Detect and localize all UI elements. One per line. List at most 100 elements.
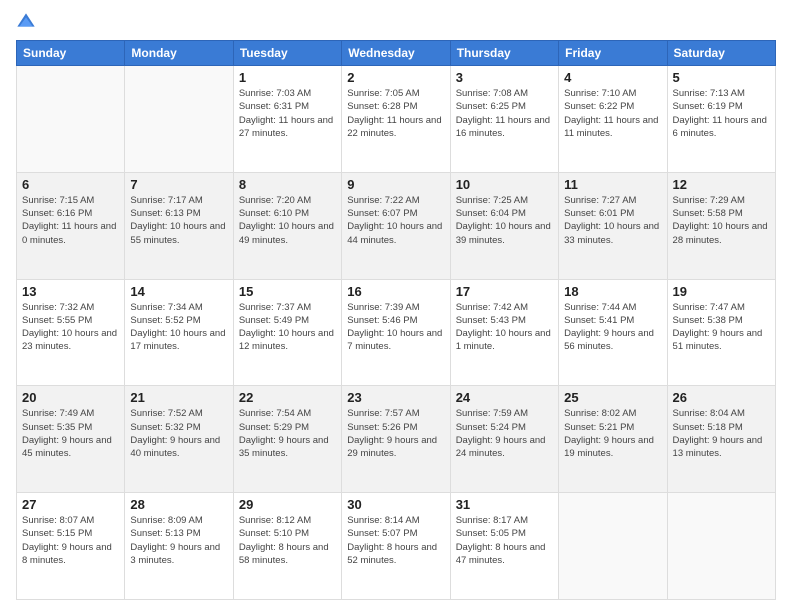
day-info: Sunrise: 7:15 AM Sunset: 6:16 PM Dayligh… [22,194,119,247]
day-number: 25 [564,390,661,405]
table-row: 6 Sunrise: 7:15 AM Sunset: 6:16 PM Daylig… [17,172,125,279]
day-number: 13 [22,284,119,299]
table-row: 17Sunrise: 7:42 AM Sunset: 5:43 PM Dayli… [450,279,558,386]
day-info: Sunrise: 7:22 AM Sunset: 6:07 PM Dayligh… [347,194,444,247]
table-row: 15 Sunrise: 7:37 AM Sunset: 5:49 PM Dayli… [233,279,341,386]
day-info: Sunrise: 7:03 AM Sunset: 6:31 PM Dayligh… [239,87,336,140]
day-info: Sunrise: 7:05 AM Sunset: 6:28 PM Dayligh… [347,87,444,140]
col-monday: Monday [125,41,233,66]
calendar-week-row: 20 Sunrise: 7:49 AM Sunset: 5:35 PM Dayli… [17,386,776,493]
day-number: 24 [456,390,553,405]
table-row: 29Sunrise: 8:12 AM Sunset: 5:10 PM Dayli… [233,493,341,600]
table-row: 18 Sunrise: 7:44 AM Sunset: 5:41 PM Dayli… [559,279,667,386]
table-row: 30Sunrise: 8:14 AM Sunset: 5:07 PM Dayli… [342,493,450,600]
day-info: Sunrise: 7:27 AM Sunset: 6:01 PM Dayligh… [564,194,661,247]
day-number: 15 [239,284,336,299]
table-row: 14Sunrise: 7:34 AM Sunset: 5:52 PM Dayli… [125,279,233,386]
table-row: 2 Sunrise: 7:05 AM Sunset: 6:28 PM Daylig… [342,66,450,173]
table-row: 21 Sunrise: 7:52 AM Sunset: 5:32 PM Dayli… [125,386,233,493]
day-info: Sunrise: 7:57 AM Sunset: 5:26 PM Dayligh… [347,407,444,460]
table-row: 1 Sunrise: 7:03 AM Sunset: 6:31 PM Daylig… [233,66,341,173]
day-number: 5 [673,70,770,85]
day-info: Sunrise: 8:14 AM Sunset: 5:07 PM Dayligh… [347,514,444,567]
day-info: Sunrise: 7:34 AM Sunset: 5:52 PM Dayligh… [130,301,227,354]
day-info: Sunrise: 8:02 AM Sunset: 5:21 PM Dayligh… [564,407,661,460]
day-info: Sunrise: 8:04 AM Sunset: 5:18 PM Dayligh… [673,407,770,460]
day-number: 12 [673,177,770,192]
table-row: 9 Sunrise: 7:22 AM Sunset: 6:07 PM Daylig… [342,172,450,279]
table-row: 5 Sunrise: 7:13 AM Sunset: 6:19 PM Daylig… [667,66,775,173]
day-number: 16 [347,284,444,299]
day-info: Sunrise: 7:52 AM Sunset: 5:32 PM Dayligh… [130,407,227,460]
table-row: 23 Sunrise: 7:57 AM Sunset: 5:26 PM Dayli… [342,386,450,493]
table-row: 3Sunrise: 7:08 AM Sunset: 6:25 PM Daylig… [450,66,558,173]
col-saturday: Saturday [667,41,775,66]
day-info: Sunrise: 7:59 AM Sunset: 5:24 PM Dayligh… [456,407,553,460]
col-friday: Friday [559,41,667,66]
table-row: 31 Sunrise: 8:17 AM Sunset: 5:05 PM Dayli… [450,493,558,600]
day-number: 19 [673,284,770,299]
day-number: 21 [130,390,227,405]
day-info: Sunrise: 7:54 AM Sunset: 5:29 PM Dayligh… [239,407,336,460]
day-number: 6 [22,177,119,192]
calendar-week-row: 27 Sunrise: 8:07 AM Sunset: 5:15 PM Dayli… [17,493,776,600]
table-row: 10Sunrise: 7:25 AM Sunset: 6:04 PM Dayli… [450,172,558,279]
table-row: 19 Sunrise: 7:47 AM Sunset: 5:38 PM Dayli… [667,279,775,386]
day-info: Sunrise: 7:37 AM Sunset: 5:49 PM Dayligh… [239,301,336,354]
table-row: 8 Sunrise: 7:20 AM Sunset: 6:10 PM Daylig… [233,172,341,279]
calendar-header-row: Sunday Monday Tuesday Wednesday Thursday… [17,41,776,66]
day-info: Sunrise: 7:13 AM Sunset: 6:19 PM Dayligh… [673,87,770,140]
header [16,12,776,32]
day-info: Sunrise: 7:44 AM Sunset: 5:41 PM Dayligh… [564,301,661,354]
table-row: 28 Sunrise: 8:09 AM Sunset: 5:13 PM Dayli… [125,493,233,600]
table-row [17,66,125,173]
logo-icon [16,12,36,32]
table-row [125,66,233,173]
table-row: 16Sunrise: 7:39 AM Sunset: 5:46 PM Dayli… [342,279,450,386]
day-number: 23 [347,390,444,405]
table-row [559,493,667,600]
page: Sunday Monday Tuesday Wednesday Thursday… [0,0,792,612]
day-info: Sunrise: 8:12 AM Sunset: 5:10 PM Dayligh… [239,514,336,567]
day-info: Sunrise: 8:07 AM Sunset: 5:15 PM Dayligh… [22,514,119,567]
day-number: 2 [347,70,444,85]
day-number: 27 [22,497,119,512]
table-row: 22Sunrise: 7:54 AM Sunset: 5:29 PM Dayli… [233,386,341,493]
calendar-week-row: 6 Sunrise: 7:15 AM Sunset: 6:16 PM Daylig… [17,172,776,279]
table-row: 24 Sunrise: 7:59 AM Sunset: 5:24 PM Dayli… [450,386,558,493]
table-row: 20 Sunrise: 7:49 AM Sunset: 5:35 PM Dayli… [17,386,125,493]
day-number: 9 [347,177,444,192]
col-sunday: Sunday [17,41,125,66]
table-row: 4 Sunrise: 7:10 AM Sunset: 6:22 PM Daylig… [559,66,667,173]
day-info: Sunrise: 7:49 AM Sunset: 5:35 PM Dayligh… [22,407,119,460]
day-number: 26 [673,390,770,405]
day-number: 3 [456,70,553,85]
table-row: 11 Sunrise: 7:27 AM Sunset: 6:01 PM Dayli… [559,172,667,279]
day-number: 17 [456,284,553,299]
day-number: 18 [564,284,661,299]
day-number: 11 [564,177,661,192]
day-number: 4 [564,70,661,85]
day-number: 10 [456,177,553,192]
calendar-table: Sunday Monday Tuesday Wednesday Thursday… [16,40,776,600]
day-number: 28 [130,497,227,512]
day-info: Sunrise: 8:17 AM Sunset: 5:05 PM Dayligh… [456,514,553,567]
day-info: Sunrise: 7:47 AM Sunset: 5:38 PM Dayligh… [673,301,770,354]
day-number: 7 [130,177,227,192]
day-info: Sunrise: 7:10 AM Sunset: 6:22 PM Dayligh… [564,87,661,140]
day-number: 31 [456,497,553,512]
table-row [667,493,775,600]
table-row: 12 Sunrise: 7:29 AM Sunset: 5:58 PM Dayli… [667,172,775,279]
day-info: Sunrise: 7:20 AM Sunset: 6:10 PM Dayligh… [239,194,336,247]
table-row: 27 Sunrise: 8:07 AM Sunset: 5:15 PM Dayli… [17,493,125,600]
day-info: Sunrise: 7:17 AM Sunset: 6:13 PM Dayligh… [130,194,227,247]
day-number: 8 [239,177,336,192]
table-row: 7 Sunrise: 7:17 AM Sunset: 6:13 PM Daylig… [125,172,233,279]
day-info: Sunrise: 8:09 AM Sunset: 5:13 PM Dayligh… [130,514,227,567]
day-info: Sunrise: 7:29 AM Sunset: 5:58 PM Dayligh… [673,194,770,247]
table-row: 26 Sunrise: 8:04 AM Sunset: 5:18 PM Dayli… [667,386,775,493]
calendar-week-row: 13Sunrise: 7:32 AM Sunset: 5:55 PM Dayli… [17,279,776,386]
day-number: 20 [22,390,119,405]
calendar-week-row: 1 Sunrise: 7:03 AM Sunset: 6:31 PM Daylig… [17,66,776,173]
day-number: 1 [239,70,336,85]
